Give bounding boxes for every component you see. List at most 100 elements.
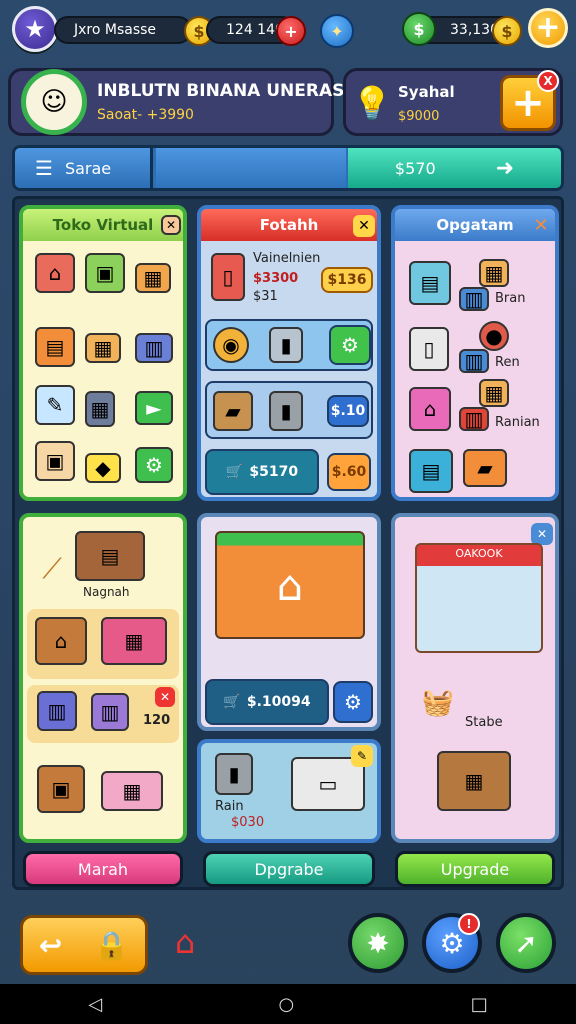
fridge-icon[interactable]: ▯ [409,327,449,371]
top-resource-bar: ★ Jxro Msasse $ 124 140 + ✦ 33,130 $ $ + [8,6,568,52]
player-name-pill: Jxro Msasse [54,16,192,44]
profile-title: INBLUTN BINANA UNERAS [97,81,345,101]
produce-crate-icon[interactable]: ▦ [437,751,511,811]
can-icon[interactable]: ▮ [269,327,303,363]
nav-home-icon[interactable]: ○ [279,994,295,1015]
nav-recents-icon[interactable]: □ [471,994,488,1015]
cooler-icon[interactable]: ▤ [409,449,453,493]
store-building-icon[interactable]: ⌂ [215,531,365,639]
box-icon[interactable]: ▥ [459,287,489,311]
trashcan-icon[interactable]: ▮ [215,753,253,795]
locker-icon[interactable]: ▥ [37,691,77,731]
settings-button[interactable]: ⚙ ! [422,913,482,973]
item-label: Nagnah [83,585,130,599]
search-bar: ☰ Sarae $570 ➜ [12,145,564,191]
trashcan-icon[interactable]: ▮ [269,391,303,431]
box-icon[interactable]: ▦ [479,259,509,287]
settings-icon[interactable]: ⚙ [135,447,173,483]
cash-icon: $ [402,12,436,46]
downgrade-button[interactable]: Dpgrabe [203,851,375,887]
crate-icon[interactable]: ▣ [85,253,125,293]
magnifier-icon[interactable]: ◉ [213,327,249,363]
item-price: $3300 [253,271,299,286]
shopping-basket-icon[interactable]: 🧺 [421,683,455,723]
store-price-chip[interactable]: 🛒 $.10094 [205,679,329,725]
sack-icon[interactable]: ▰ [213,391,253,431]
panel-opgatam: Opgatam ✕ ▤ ▦ ▥ Bran ▯ ● ▥ Ren ⌂ ▦ ▥ Ran… [391,205,559,501]
panel-store-building: ⌂ 🛒 $.10094 ⚙ [197,513,381,731]
brush-icon[interactable]: ✎ [35,385,75,425]
price-go-button[interactable]: $570 ➜ [348,148,561,188]
phone-icon[interactable]: ▯ [211,253,245,301]
price-chip[interactable]: $136 [321,267,373,293]
gem-add-icon[interactable]: + [276,16,306,46]
counter-icon[interactable]: ▤ [75,531,145,581]
broom-icon[interactable]: ⟋ [37,541,67,597]
kiosk-icon[interactable]: ⌂ [409,387,451,431]
kiosk-building-icon[interactable]: OAKOOK [415,543,543,653]
player-name-text: Jxro Msasse [74,22,157,38]
fruit-icon[interactable]: ● [479,321,509,351]
close-icon[interactable]: ✕ [353,215,375,237]
boost-button[interactable]: ✸ [348,913,408,973]
shop-value: $9000 [398,109,440,124]
close-icon[interactable]: ✕ [531,215,551,236]
vending-icon[interactable]: ▤ [409,261,451,305]
upgrade-button[interactable]: Upgrade [395,851,555,887]
menu-button[interactable]: ☰ Sarae [15,148,153,188]
close-icon[interactable]: ✕ [161,215,181,235]
add-shop-button[interactable]: + X [500,70,559,131]
calculator-icon[interactable]: ▦ [85,391,115,427]
search-field[interactable] [156,148,346,188]
shop-card[interactable]: 💡 Syahal $9000 + X [343,68,563,136]
nav-back-icon[interactable]: ◁ [88,994,102,1015]
price-value: $570 [394,158,436,178]
cart-price-chip[interactable]: 🛒 $5170 [205,449,319,495]
marah-button[interactable]: Marah [23,851,183,887]
cart-icon: 🛒 [223,694,241,710]
box-icon[interactable]: ▦ [85,333,121,363]
stall-icon[interactable]: ⌂ [35,617,87,665]
panel-toko-virtual: Toko Virtual ✕ ⌂ ▣ ▦ ▤ ▦ ▥ ✎ ▦ ► ▣ ◆ ⚙ [19,205,187,501]
locker-icon[interactable]: ▥ [91,693,129,731]
container-icon[interactable]: ▥ [135,333,173,363]
stall-icon[interactable]: ⌂ [35,253,75,293]
item-label: Rain [215,799,244,814]
value-chip[interactable]: $.60 [327,453,371,491]
package-icon[interactable]: ▣ [35,441,75,481]
chest-icon[interactable]: ▤ [35,327,75,367]
hamburger-icon: ☰ [35,156,53,180]
crate-icon[interactable]: ▣ [37,765,85,813]
box-icon[interactable]: ▥ [459,349,489,373]
sink-icon[interactable]: ▦ [101,771,163,811]
avatar[interactable]: ☺ [21,69,87,135]
settings-button[interactable]: ⚙ [329,325,371,365]
edit-icon[interactable]: ✎ [351,745,373,767]
cart-icon[interactable]: ▰ [463,449,507,487]
settings-button[interactable]: ⚙ [333,681,373,723]
value-chip[interactable]: $.10 [327,395,369,427]
back-button[interactable]: ↩ 🔒 [20,915,148,975]
add-currency-button[interactable]: + [528,8,568,48]
item-label: Bran [495,291,526,306]
panel-kiosk: ✕ OAKOOK 🧺 Stabe ▦ [391,513,559,843]
box-icon[interactable]: ▥ [459,407,489,431]
arrow-right-icon: ➜ [495,155,515,181]
close-icon[interactable]: ✕ [531,523,553,545]
box-icon[interactable]: ▦ [135,263,171,293]
notification-badge: X [537,70,559,92]
panel-storage: ⟋ ▤ Nagnah ⌂ ▦ ▥ ▥ ✕ 120 ▣ ▦ [19,513,187,843]
star-icon[interactable]: ★ [12,6,58,52]
bulb-icon[interactable]: ✦ [320,14,354,48]
remove-icon[interactable]: ✕ [155,687,175,707]
play-icon[interactable]: ► [135,391,173,425]
store-price: $.10094 [246,694,311,710]
box-icon[interactable]: ◆ [85,453,121,483]
back-arrow-icon: ↩ [38,928,63,962]
home-icon[interactable]: ⌂ [162,919,208,965]
profile-card[interactable]: ☺ INBLUTN BINANA UNERAS Saoat- +3990 [8,68,344,136]
item-label: Ren [495,355,520,370]
launch-button[interactable]: ➚ [496,913,556,973]
produce-stand-icon[interactable]: ▦ [101,617,167,665]
box-icon[interactable]: ▦ [479,379,509,407]
